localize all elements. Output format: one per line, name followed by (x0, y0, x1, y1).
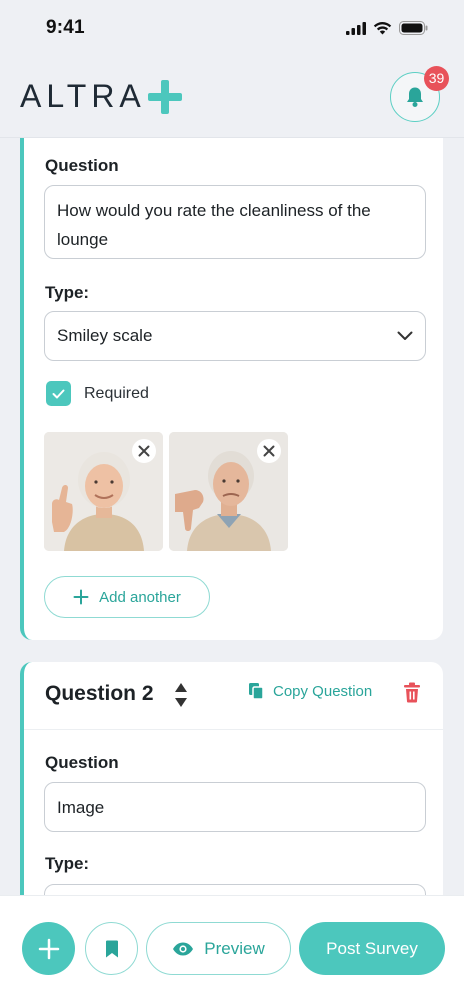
reorder-button[interactable] (174, 682, 188, 713)
altra-logo: ALTRA (20, 78, 182, 115)
battery-icon (399, 21, 428, 35)
required-checkbox[interactable] (46, 381, 71, 406)
question-card-1: Question How would you rate the cleanlin… (20, 138, 443, 640)
required-row: Required (46, 381, 149, 406)
save-draft-button[interactable] (85, 922, 138, 975)
wifi-icon (373, 22, 392, 35)
preview-label: Preview (204, 938, 265, 958)
question-card-2: Question 2 Copy Question Question Image … (20, 662, 443, 895)
sort-arrows-icon (175, 683, 187, 707)
delete-question-button[interactable] (403, 682, 421, 708)
bookmark-icon (105, 940, 118, 957)
plus-icon (73, 589, 89, 605)
type-select-value: Smiley scale (57, 326, 153, 345)
copy-icon (249, 683, 264, 700)
add-another-button[interactable]: Add another (44, 576, 210, 618)
app-header: ALTRA 39 (0, 56, 464, 138)
question-text-field[interactable]: Image (44, 782, 426, 832)
post-survey-button[interactable]: Post Survey (299, 922, 445, 975)
image-thumbnail[interactable] (44, 432, 163, 551)
chevron-down-icon (397, 331, 413, 340)
remove-image-button[interactable] (257, 439, 281, 463)
type-select[interactable]: Smiley scale (44, 311, 426, 361)
survey-builder-content[interactable]: Question How would you rate the cleanlin… (0, 138, 464, 895)
status-time: 9:41 (46, 17, 85, 38)
add-question-button[interactable] (22, 922, 75, 975)
question-label: Question (45, 753, 119, 772)
type-select[interactable] (44, 884, 426, 895)
bottom-action-bar: Preview Post Survey (0, 895, 464, 999)
bell-icon (407, 87, 423, 107)
question-label: Question (45, 156, 119, 175)
question-2-title: Question 2 (45, 682, 154, 705)
copy-question-button[interactable]: Copy Question (248, 682, 372, 700)
remove-image-button[interactable] (132, 439, 156, 463)
required-label: Required (84, 384, 149, 402)
trash-icon (404, 682, 420, 703)
status-bar: 9:41 (0, 0, 464, 56)
notifications-button[interactable]: 39 (390, 65, 449, 122)
image-thumbnail[interactable] (169, 432, 288, 551)
type-label: Type: (45, 283, 90, 302)
status-icons (346, 21, 428, 35)
eye-icon (173, 942, 194, 955)
preview-button[interactable]: Preview (146, 922, 291, 975)
check-icon (52, 389, 65, 398)
copy-question-label: Copy Question (273, 682, 373, 700)
logo-plus-icon (147, 79, 182, 114)
question-2-header: Question 2 Copy Question (24, 662, 443, 730)
close-icon (138, 445, 150, 457)
notification-badge: 39 (424, 65, 449, 91)
signal-icon (346, 21, 366, 35)
close-icon (263, 445, 275, 457)
plus-icon (38, 938, 59, 959)
add-another-label: Add another (99, 588, 181, 606)
logo-text: ALTRA (20, 78, 146, 114)
type-label: Type: (45, 854, 90, 873)
question-text-field[interactable]: How would you rate the cleanliness of th… (44, 185, 426, 259)
